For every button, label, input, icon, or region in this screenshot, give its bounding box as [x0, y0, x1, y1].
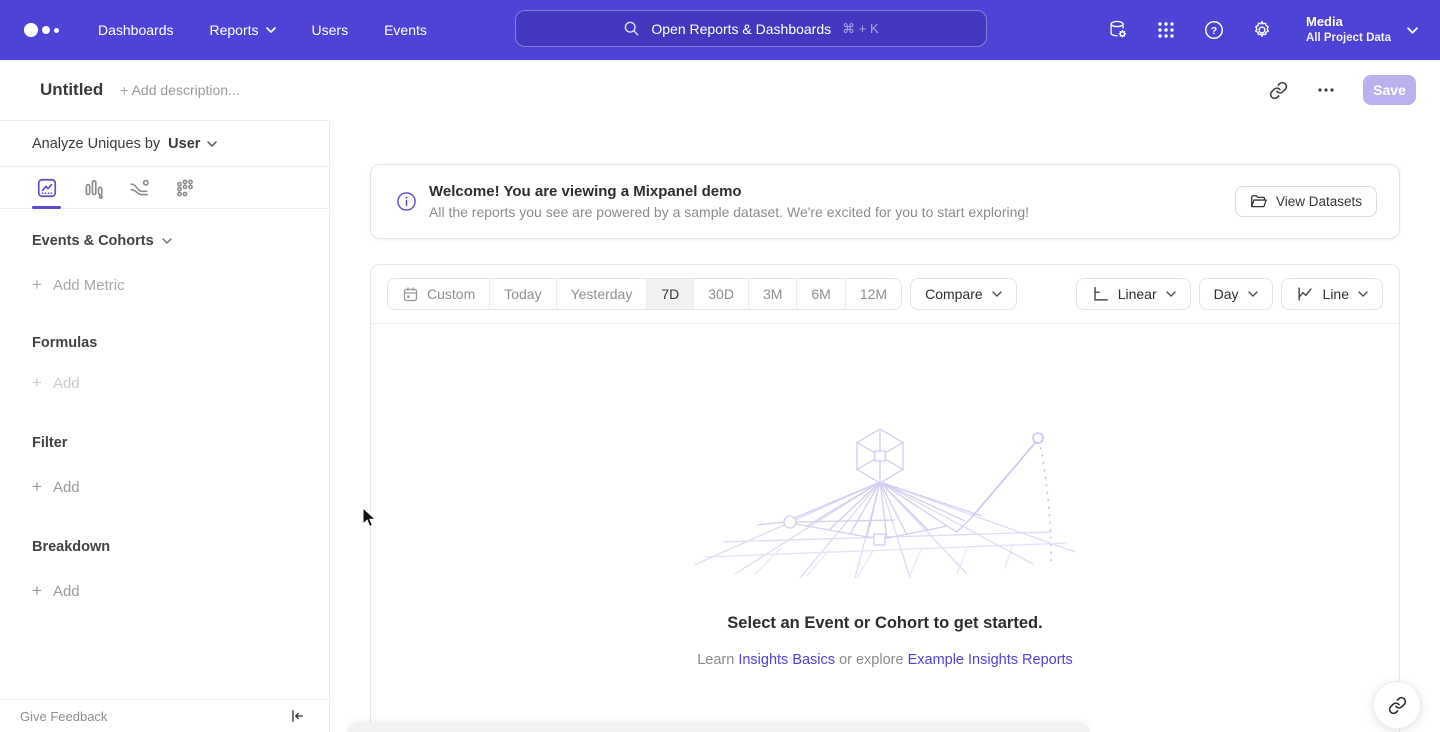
chevron-down-icon: [162, 238, 172, 244]
line-chart-icon: [1296, 285, 1314, 303]
range-7d[interactable]: 7D: [647, 279, 694, 309]
link-icon: [1388, 696, 1407, 715]
collapse-sidebar-icon[interactable]: [289, 708, 305, 724]
query-sidebar: Analyze Uniques by User: [0, 120, 330, 732]
nav-item-reports[interactable]: Reports: [210, 22, 276, 38]
empty-state-title: Select an Event or Cohort to get started…: [727, 614, 1042, 633]
interval-dropdown[interactable]: Day: [1199, 278, 1273, 310]
report-header: Untitled + Add description... Save: [0, 60, 1440, 120]
date-range-group: Custom Today Yesterday 7D 30D 3M 6M 12M: [387, 278, 902, 310]
add-filter-button[interactable]: + Add: [32, 477, 297, 497]
range-30d[interactable]: 30D: [694, 279, 749, 309]
report-description-placeholder[interactable]: + Add description...: [120, 82, 239, 98]
range-6m[interactable]: 6M: [797, 279, 845, 309]
global-search-input[interactable]: Open Reports & Dashboards ⌘ + K: [515, 10, 987, 47]
example-insights-reports-link[interactable]: Example Insights Reports: [908, 652, 1073, 668]
search-shortcut: ⌘ + K: [842, 21, 879, 37]
settings-gear-icon[interactable]: [1250, 18, 1274, 42]
linear-axis-icon: [1091, 285, 1109, 303]
add-metric-button[interactable]: + Add Metric: [32, 275, 297, 295]
tab-flows[interactable]: [124, 174, 153, 202]
analyze-value: User: [168, 136, 200, 152]
range-yesterday[interactable]: Yesterday: [557, 279, 648, 309]
scale-dropdown[interactable]: Linear: [1076, 278, 1191, 310]
report-title[interactable]: Untitled: [40, 80, 103, 100]
banner-title: Welcome! You are viewing a Mixpanel demo: [429, 183, 1029, 200]
give-feedback-link[interactable]: Give Feedback: [20, 709, 107, 724]
range-3m[interactable]: 3M: [749, 279, 797, 309]
chart-controls: Custom Today Yesterday 7D 30D 3M 6M 12M …: [371, 265, 1399, 324]
welcome-banner: Welcome! You are viewing a Mixpanel demo…: [370, 164, 1400, 239]
calendar-icon: [402, 286, 419, 303]
svg-text:?: ?: [1211, 25, 1217, 37]
chevron-down-icon: [1248, 291, 1258, 297]
chevron-down-icon: [207, 141, 217, 147]
analyze-prefix-label: Analyze Uniques by: [32, 136, 160, 152]
data-management-icon[interactable]: [1106, 18, 1130, 42]
add-breakdown-button[interactable]: + Add: [32, 581, 297, 601]
nav-item-events[interactable]: Events: [384, 22, 427, 38]
chevron-down-icon: [1407, 27, 1418, 34]
visualization-tabs: [0, 167, 329, 209]
save-button[interactable]: Save: [1363, 75, 1416, 105]
copy-link-icon[interactable]: [1267, 79, 1289, 101]
analyze-uniques-dropdown[interactable]: Analyze Uniques by User: [0, 121, 329, 167]
nav-menu: Dashboards Reports Users Events: [98, 22, 427, 38]
mixpanel-logo-icon[interactable]: [24, 23, 70, 37]
project-selector[interactable]: Media All Project Data: [1306, 13, 1418, 46]
tab-bar-chart[interactable]: [78, 174, 107, 202]
range-today[interactable]: Today: [490, 279, 556, 309]
filter-section-label: Filter: [32, 435, 297, 451]
banner-subtitle: All the reports you see are powered by a…: [429, 204, 1029, 220]
report-canvas: Welcome! You are viewing a Mixpanel demo…: [330, 120, 1440, 732]
empty-state-links: Learn Insights Basics or explore Example…: [697, 652, 1073, 668]
apps-grid-icon[interactable]: [1154, 18, 1178, 42]
info-icon: [396, 191, 417, 212]
chevron-down-icon: [266, 27, 276, 33]
empty-state-illustration: [695, 424, 1075, 579]
chart-card: Custom Today Yesterday 7D 30D 3M 6M 12M …: [370, 264, 1400, 732]
empty-state: Select an Event or Cohort to get started…: [371, 324, 1399, 732]
search-placeholder: Open Reports & Dashboards: [651, 21, 831, 37]
nav-item-dashboards[interactable]: Dashboards: [98, 22, 174, 38]
project-scope: All Project Data: [1306, 31, 1391, 47]
peeking-card-edge: [347, 722, 1090, 732]
chevron-down-icon: [1358, 291, 1368, 297]
help-icon[interactable]: ?: [1202, 18, 1226, 42]
view-datasets-button[interactable]: View Datasets: [1235, 186, 1377, 217]
tab-insights-line[interactable]: [32, 174, 61, 202]
events-cohorts-section[interactable]: Events & Cohorts: [32, 233, 297, 249]
share-link-fab[interactable]: [1373, 681, 1421, 729]
top-nav: Dashboards Reports Users Events Open Rep…: [0, 0, 1440, 60]
chart-type-dropdown[interactable]: Line: [1281, 278, 1383, 310]
folder-icon: [1250, 194, 1267, 209]
nav-item-users[interactable]: Users: [312, 22, 349, 38]
chevron-down-icon: [1166, 291, 1176, 297]
project-name: Media: [1306, 13, 1391, 31]
more-options-icon[interactable]: [1315, 79, 1337, 101]
chevron-down-icon: [992, 291, 1002, 297]
compare-dropdown[interactable]: Compare: [910, 278, 1017, 310]
formulas-section-label: Formulas: [32, 335, 297, 351]
search-icon: [623, 20, 640, 37]
range-custom[interactable]: Custom: [388, 279, 490, 309]
tab-metrics-dots[interactable]: [170, 174, 199, 202]
insights-basics-link[interactable]: Insights Basics: [738, 652, 835, 668]
add-formula-button[interactable]: + Add: [32, 373, 297, 393]
breakdown-section-label: Breakdown: [32, 539, 297, 555]
range-12m[interactable]: 12M: [846, 279, 901, 309]
selected-tab-indicator: [32, 206, 61, 209]
